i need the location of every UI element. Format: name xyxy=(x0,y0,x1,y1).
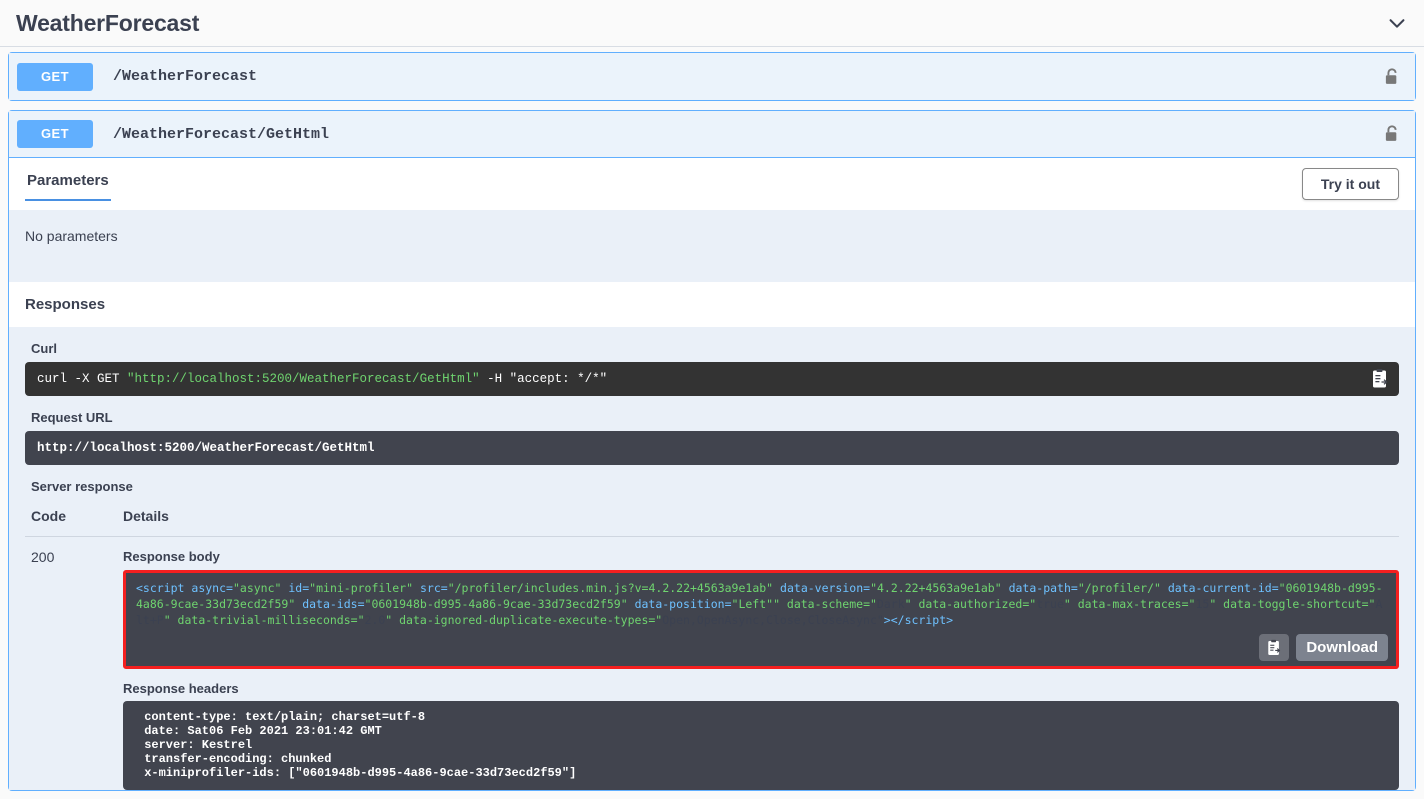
server-response-label: Server response xyxy=(31,479,133,494)
unlocked-padlock-icon[interactable] xyxy=(1383,67,1405,87)
try-it-out-button[interactable]: Try it out xyxy=(1301,168,1399,200)
http-method-badge: GET xyxy=(17,62,93,91)
response-details-cell: Response body <script async="async" id="… xyxy=(117,537,1399,790)
http-method-badge: GET xyxy=(17,120,93,148)
response-body-label: Response body xyxy=(123,549,220,564)
curl-prefix: curl -X GET xyxy=(37,372,128,386)
column-header-code: Code xyxy=(25,508,117,537)
unlocked-padlock-icon[interactable] xyxy=(1383,124,1405,144)
operation-path: /WeatherForecast xyxy=(113,68,258,85)
response-body-code: <script async="async" id="mini-profiler"… xyxy=(136,581,1383,627)
response-status-code: 200 xyxy=(31,549,55,565)
curl-label: Curl xyxy=(31,341,57,356)
curl-command-block: curl -X GET "http://localhost:5200/Weath… xyxy=(25,362,1399,396)
response-headers-content: content-type: text/plain; charset=utf-8 … xyxy=(123,701,1399,790)
response-headers-label: Response headers xyxy=(123,681,239,696)
parameters-empty-state: No parameters xyxy=(9,210,1415,282)
operation-path: /WeatherForecast/GetHtml xyxy=(113,125,330,143)
operation-summary[interactable]: GET /WeatherForecast/GetHtml xyxy=(9,111,1415,158)
table-header-row: Code Details xyxy=(25,508,1399,537)
responses-section: Curl curl -X GET "http://localhost:5200/… xyxy=(9,327,1415,790)
operations-list: GET /WeatherForecast GET /WeatherForecas… xyxy=(0,47,1424,791)
response-body-content[interactable]: <script async="async" id="mini-profiler"… xyxy=(126,573,1396,666)
curl-url: "http://localhost:5200/WeatherForecast/G… xyxy=(127,372,480,386)
operation-get-weatherforecast-gethtml: GET /WeatherForecast/GetHtml Parameters … xyxy=(8,110,1416,791)
chevron-down-icon[interactable] xyxy=(1386,12,1408,34)
parameters-header: Parameters Try it out xyxy=(9,158,1415,210)
download-button[interactable]: Download xyxy=(1296,634,1388,661)
tab-parameters[interactable]: Parameters xyxy=(25,168,111,201)
server-response-table: Code Details 200 Response body <script a… xyxy=(25,508,1399,790)
clipboard-copy-icon[interactable] xyxy=(1369,368,1391,390)
clipboard-copy-icon[interactable] xyxy=(1259,634,1290,661)
curl-suffix: -H "accept: */*" xyxy=(479,372,608,386)
operation-body: Parameters Try it out No parameters Resp… xyxy=(9,158,1415,790)
page-title: WeatherForecast xyxy=(16,9,200,36)
column-header-details: Details xyxy=(117,508,1399,537)
operation-summary[interactable]: GET /WeatherForecast xyxy=(9,53,1415,100)
responses-section-title: Responses xyxy=(9,282,1415,327)
request-url-block: http://localhost:5200/WeatherForecast/Ge… xyxy=(25,431,1399,465)
response-body-actions: Download xyxy=(1259,634,1388,661)
no-parameters-label: No parameters xyxy=(25,228,118,244)
table-row: 200 Response body <script async="async" … xyxy=(25,537,1399,790)
tag-header[interactable]: WeatherForecast xyxy=(0,0,1424,47)
response-body-highlight: <script async="async" id="mini-profiler"… xyxy=(123,570,1399,669)
request-url-label: Request URL xyxy=(31,410,113,425)
operation-get-weatherforecast: GET /WeatherForecast xyxy=(8,52,1416,101)
